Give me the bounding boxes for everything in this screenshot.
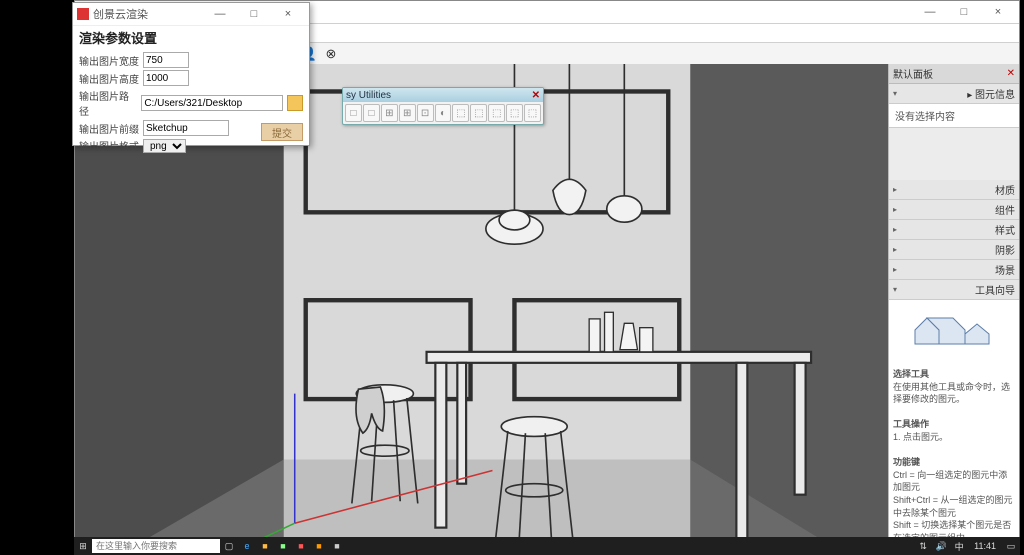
desktop-gutter-left [0,0,74,555]
windows-taskbar[interactable]: ⊞ ▢ e ■ ■ ■ ■ ■ ⇅ 🔊 中 11:41 ▭ [74,537,1020,555]
util-btn-2[interactable]: ⊞ [381,104,398,122]
tray-section-components[interactable]: 组件 [889,200,1019,220]
tray-section-materials[interactable]: 材质 [889,180,1019,200]
taskbar-app-1[interactable]: e [238,537,256,555]
taskview-icon[interactable]: ▢ [220,537,238,555]
field-format-label: 输出图片格式 [79,138,139,153]
tray-section-instructor[interactable]: 工具向导 [889,280,1019,300]
field-path-label: 输出图片路径 [79,88,137,118]
utilities-title: sy Utilities [346,90,391,101]
util-btn-9[interactable]: ⬚ [506,104,523,122]
taskbar-app-6[interactable]: ■ [328,537,346,555]
instructor-house-icon [909,310,999,360]
instructor-mod3: Shift = 切换选择某个图元是否在选定的图元组中 [893,520,1011,537]
tray-header-label: 默认面板 [893,66,933,81]
taskbar-search-input[interactable] [92,539,220,553]
tray-section-shadows[interactable]: 阴影 [889,240,1019,260]
tray-ime-icon[interactable]: 中 [950,537,968,555]
taskbar-app-4[interactable]: ■ [292,537,310,555]
instructor-mod1: Ctrl = 向一组选定的图元中添加图元 [893,470,1007,493]
field-height-input[interactable] [143,70,189,86]
instructor-mod2: Shift+Ctrl = 从一组选定的图元中去除某个图元 [893,495,1013,518]
browse-folder-icon[interactable] [287,95,303,111]
default-tray: 默认面板 ✕ ▸ 图元信息 没有选择内容 材质 组件 样式 阴影 场景 工具向导 [888,64,1019,537]
instructor-line1: 在使用其他工具或命令时，选择要修改的图元。 [893,382,1010,405]
tray-section-scenes[interactable]: 场景 [889,260,1019,280]
utilities-toolbar[interactable]: sy Utilities ✕ □ □ ⊞ ⊞ ⊡ ◐ ⬚ ⬚ ⬚ ⬚ ⬚ [342,87,544,125]
instructor-op-line: 1. 点击图元。 [893,432,948,442]
tray-pin-icon[interactable]: ✕ [1007,68,1015,79]
tray-section-entityinfo-label: ▸ 图元信息 [967,86,1015,101]
util-btn-1[interactable]: □ [363,104,380,122]
render-settings-dialog: 创景云渲染 — □ × 渲染参数设置 输出图片宽度 输出图片高度 输出图片路径 … [72,2,310,146]
util-btn-4[interactable]: ⊡ [417,104,434,122]
field-path-input[interactable] [141,95,283,111]
util-btn-10[interactable]: ⬚ [524,104,541,122]
tray-section-entityinfo[interactable]: ▸ 图元信息 [889,84,1019,104]
field-width-label: 输出图片宽度 [79,53,139,68]
tray-vol-icon[interactable]: 🔊 [932,537,950,555]
start-button[interactable]: ⊞ [74,537,92,555]
util-btn-7[interactable]: ⬚ [470,104,487,122]
utilities-close-icon[interactable]: ✕ [532,90,540,101]
dialog-close-button[interactable]: × [271,4,305,24]
util-btn-3[interactable]: ⊞ [399,104,416,122]
field-format-select[interactable]: png [143,139,186,153]
submit-button[interactable]: 提交 [261,123,303,141]
util-btn-6[interactable]: ⬚ [452,104,469,122]
dialog-min-button[interactable]: — [203,4,237,24]
util-btn-0[interactable]: □ [345,104,362,122]
app-max-button[interactable]: □ [947,2,981,22]
instructor-mod-title: 功能键 [893,457,920,467]
entityinfo-body: 没有选择内容 [889,104,1019,128]
field-prefix-label: 输出图片前缀 [79,121,139,136]
field-width-input[interactable] [143,52,189,68]
tool-misc-icon[interactable]: ⊗ [321,44,341,64]
app-min-button[interactable]: — [913,2,947,22]
dialog-heading: 渲染参数设置 [79,28,303,47]
app-close-button[interactable]: × [981,2,1015,22]
desktop-gutter-right [1020,0,1024,555]
taskbar-app-5[interactable]: ■ [310,537,328,555]
taskbar-app-3[interactable]: ■ [274,537,292,555]
instructor-panel: 选择工具 在使用其他工具或命令时，选择要修改的图元。 工具操作 1. 点击图元。… [889,300,1019,537]
tray-section-styles[interactable]: 样式 [889,220,1019,240]
taskbar-clock[interactable]: 11:41 [968,541,1002,551]
dialog-app-icon [77,8,89,20]
util-btn-8[interactable]: ⬚ [488,104,505,122]
dialog-titlebar[interactable]: 创景云渲染 — □ × [73,3,309,26]
dialog-window-title: 创景云渲染 [93,6,148,22]
tray-header[interactable]: 默认面板 ✕ [889,64,1019,84]
utilities-titlebar[interactable]: sy Utilities ✕ [343,88,543,102]
field-height-label: 输出图片高度 [79,71,139,86]
instructor-op-title: 工具操作 [893,419,929,429]
field-prefix-input[interactable] [143,120,229,136]
tray-net-icon[interactable]: ⇅ [914,537,932,555]
dialog-max-button[interactable]: □ [237,4,271,24]
instructor-title: 选择工具 [893,369,929,379]
taskbar-app-2[interactable]: ■ [256,537,274,555]
tray-notif-icon[interactable]: ▭ [1002,537,1020,555]
util-btn-5[interactable]: ◐ [435,104,452,122]
